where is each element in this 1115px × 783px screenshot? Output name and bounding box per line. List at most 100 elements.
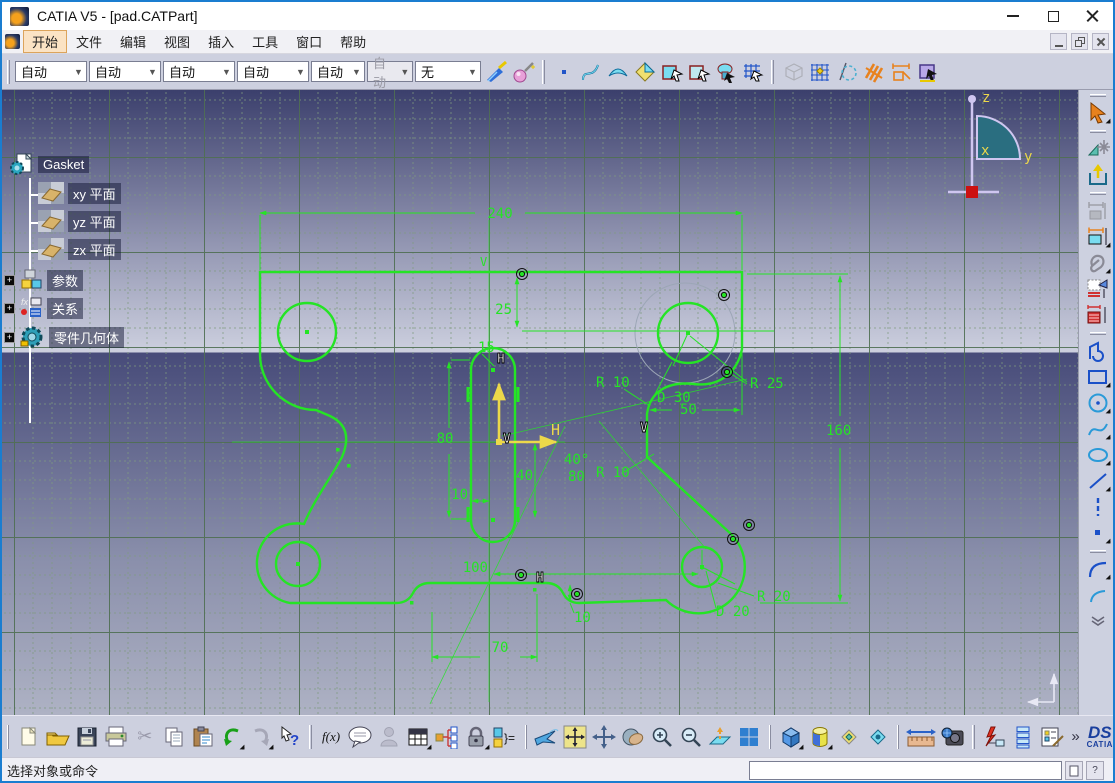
measure-button[interactable] — [904, 722, 938, 752]
dim-top-offset-label[interactable]: 25 — [495, 302, 512, 318]
mdi-restore-button[interactable] — [1071, 33, 1088, 50]
menu-view[interactable]: 视图 — [155, 30, 199, 53]
print-button[interactable] — [101, 722, 130, 752]
menu-start[interactable]: 开始 — [23, 30, 68, 53]
toolbar-grip[interactable] — [1090, 192, 1106, 195]
dim-notch-depth-label[interactable]: 10 — [574, 610, 591, 626]
pan-button[interactable] — [590, 722, 619, 752]
tree-item-partbody[interactable]: + 零件几何体 — [4, 324, 125, 350]
rectangle-tool[interactable] — [1084, 364, 1112, 390]
toolbar-grip[interactable] — [771, 59, 774, 84]
normal-view-button[interactable] — [706, 722, 735, 752]
geometric-constraint-icon[interactable] — [914, 58, 941, 85]
hide-show-button[interactable] — [834, 722, 863, 752]
construction-element-icon[interactable] — [833, 58, 860, 85]
toolbar-grip[interactable] — [897, 724, 900, 749]
diamond-feature-icon[interactable] — [631, 58, 658, 85]
maximize-button[interactable] — [1033, 3, 1073, 29]
dim-slot-half-width-label[interactable]: 10 — [451, 487, 468, 503]
dim-slot-length-label[interactable]: 80 — [437, 431, 454, 447]
menu-file[interactable]: 文件 — [67, 30, 111, 53]
comment-button[interactable] — [346, 722, 375, 752]
dim-slot-offset-label[interactable]: 40 — [516, 468, 533, 484]
expand-icon[interactable]: + — [4, 331, 15, 343]
menu-app-icon[interactable] — [5, 34, 20, 49]
profile-tool[interactable] — [1084, 338, 1112, 364]
toolbar-grip[interactable] — [7, 59, 10, 84]
menu-edit[interactable]: 编辑 — [111, 30, 155, 53]
power-input-field[interactable] — [749, 761, 1062, 780]
select-tool[interactable] — [1084, 100, 1112, 126]
toolbar-grip[interactable] — [1090, 550, 1106, 553]
assemble-select-icon[interactable] — [712, 58, 739, 85]
zoom-out-button[interactable] — [677, 722, 706, 752]
dim-notch-width-label[interactable]: 70 — [492, 640, 509, 656]
toolbar-grip[interactable] — [768, 724, 772, 749]
ellipse-tool[interactable] — [1084, 442, 1112, 468]
design-table-button[interactable] — [404, 722, 433, 752]
constraint-tool[interactable] — [1084, 224, 1112, 250]
dim-strut-width-label[interactable]: 50 — [680, 402, 697, 418]
menu-window[interactable]: 窗口 — [287, 30, 331, 53]
surface-tool-icon[interactable] — [604, 58, 631, 85]
knowledge-update-button[interactable] — [980, 722, 1009, 752]
more-tools-chevron[interactable] — [1084, 608, 1112, 634]
menu-tools[interactable]: 工具 — [243, 30, 287, 53]
more-toolbars-chevron[interactable]: » — [1067, 722, 1085, 752]
opacity-combo[interactable]: 自动 ▼ — [163, 61, 235, 82]
tree-item-xy-plane[interactable]: xy 平面 — [38, 182, 121, 204]
dim-diagonal-label[interactable]: 80 — [568, 469, 585, 485]
fill-color-combo[interactable]: 自动 ▼ — [15, 61, 87, 82]
wizard-wand-icon[interactable] — [510, 58, 537, 85]
line-tool[interactable] — [1084, 468, 1112, 494]
dim-bottom-lobe-radius-label[interactable]: R 20 — [757, 589, 791, 605]
painter-brush-icon[interactable] — [483, 58, 510, 85]
list-button[interactable] — [1009, 722, 1038, 752]
compass-anchor[interactable] — [966, 186, 978, 198]
toolbar-grip[interactable] — [7, 724, 10, 749]
save-button[interactable] — [72, 722, 101, 752]
chamfer-tool[interactable] — [1084, 582, 1112, 608]
power-input-help-button[interactable]: ? — [1086, 761, 1104, 780]
toolbar-grip[interactable] — [309, 724, 312, 749]
tree-item-zx-plane[interactable]: zx 平面 — [38, 238, 121, 260]
catalog-browser-button[interactable] — [1038, 722, 1067, 752]
dim-width-label[interactable]: 240 — [487, 206, 512, 222]
toolbar-grip[interactable] — [1090, 94, 1106, 97]
undo-button[interactable] — [217, 722, 246, 752]
render-style-button[interactable] — [805, 722, 834, 752]
toolbar-grip[interactable] — [1090, 130, 1106, 133]
dim-height-label[interactable]: 160 — [826, 423, 851, 439]
context-help-button[interactable]: ? — [275, 722, 304, 752]
dim-fillet-upper-label[interactable]: R 10 — [596, 375, 630, 391]
axis-tool[interactable] — [1084, 494, 1112, 520]
line-weight-combo[interactable]: 自动 ▼ — [311, 61, 365, 82]
point-symbol-icon[interactable] — [550, 58, 577, 85]
tree-item-parameters[interactable]: + 参数 — [4, 268, 84, 292]
tree-item-yz-plane[interactable]: yz 平面 — [38, 210, 121, 232]
rotate-button[interactable] — [619, 722, 648, 752]
swap-visible-space-button[interactable] — [863, 722, 892, 752]
dim-bottom-diameter-label[interactable]: D 20 — [716, 604, 750, 620]
formula-button[interactable]: f(x) — [317, 722, 346, 752]
rules-button[interactable]: }= — [491, 722, 520, 752]
spline-tool-icon[interactable] — [577, 58, 604, 85]
open-button[interactable] — [43, 722, 72, 752]
contact-constraint-tool[interactable] — [1084, 250, 1112, 276]
lock-button[interactable] — [462, 722, 491, 752]
sketch-tools[interactable] — [1084, 136, 1112, 162]
dim-angle-label[interactable]: 40° — [564, 452, 589, 468]
tree-root-label[interactable]: Gasket — [38, 155, 90, 173]
menu-insert[interactable]: 插入 — [199, 30, 243, 53]
circle-tool[interactable] — [1084, 390, 1112, 416]
tree-root-gasket[interactable]: Gasket — [10, 152, 90, 176]
dim-bottom-position-label[interactable]: 100 — [463, 560, 488, 576]
catalog-box2-icon[interactable] — [685, 58, 712, 85]
mdi-minimize-button[interactable] — [1050, 33, 1067, 50]
expand-icon[interactable]: + — [4, 302, 15, 314]
toolbar-grip[interactable] — [542, 59, 545, 84]
link-manager-button[interactable] — [433, 722, 462, 752]
dim-top-lobe-radius-label[interactable]: R 25 — [750, 376, 784, 392]
dimensional-constraint-icon[interactable] — [887, 58, 914, 85]
fix-together-tool[interactable] — [1084, 276, 1112, 302]
